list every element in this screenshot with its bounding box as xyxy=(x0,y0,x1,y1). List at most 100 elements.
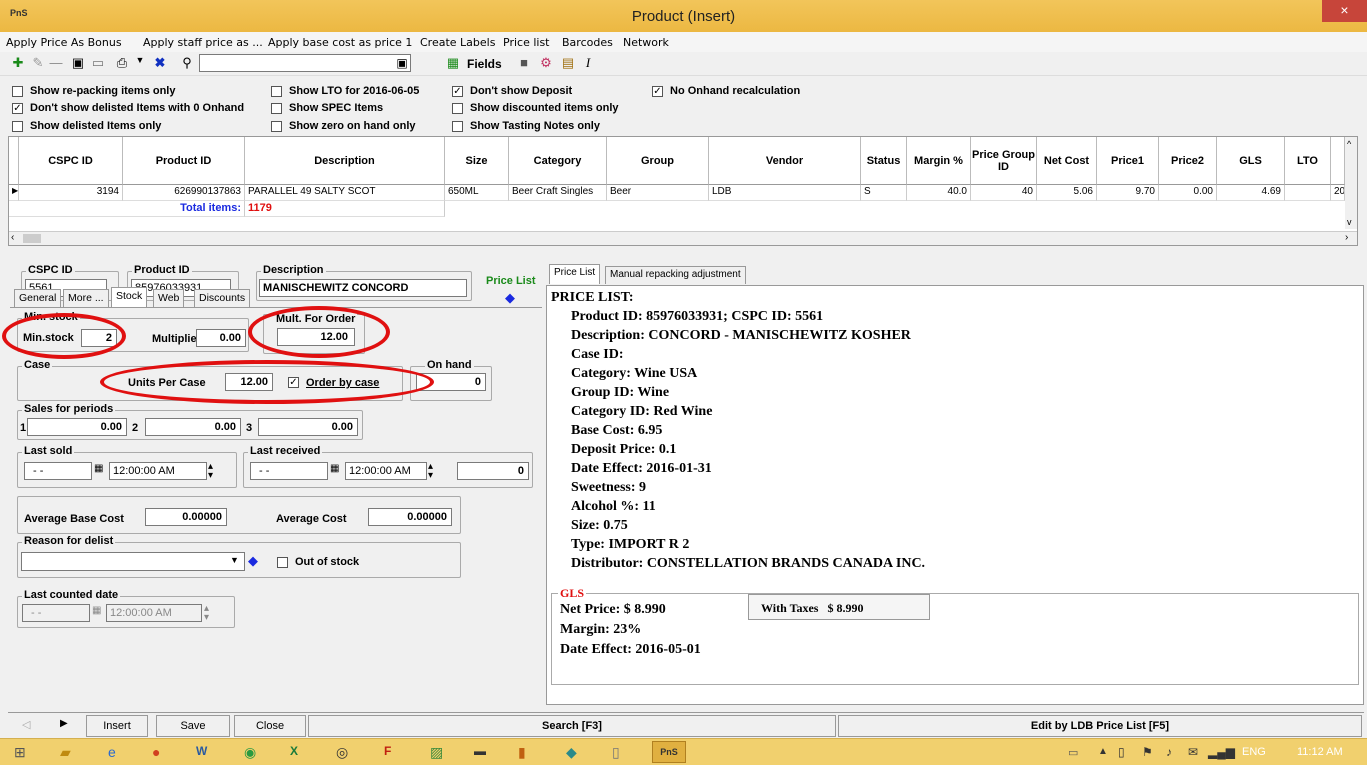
edit-ldb-button[interactable]: Edit by LDB Price List [F5] xyxy=(838,715,1362,737)
delist-edit-icon[interactable]: ◆ xyxy=(248,553,258,569)
last-sold-spin-icon[interactable]: ▴ ▾ xyxy=(208,462,213,481)
search-input[interactable] xyxy=(199,54,411,72)
out-of-stock-checkbox[interactable] xyxy=(277,557,288,568)
grid-horizontal-scrollbar[interactable]: ‹ › xyxy=(9,231,1357,245)
chrome-icon[interactable]: ◉ xyxy=(244,744,256,761)
delist-dropdown-icon[interactable]: ▼ xyxy=(230,555,239,565)
col-header-category[interactable]: Category xyxy=(509,137,607,185)
binoculars-icon[interactable]: ⚲ xyxy=(177,55,197,73)
close-window-button[interactable]: × xyxy=(1322,0,1367,22)
cell-extra[interactable]: 20 xyxy=(1331,185,1345,201)
last-received-date[interactable]: - - xyxy=(250,462,328,480)
menu-price-list[interactable]: Price list xyxy=(503,36,550,49)
volume-icon[interactable]: ♪ xyxy=(1166,745,1172,759)
menu-apply-base-cost[interactable]: Apply base cost as price 1 xyxy=(268,36,412,49)
diamond-icon[interactable]: ◆ xyxy=(505,290,515,306)
col-header-size[interactable]: Size xyxy=(445,137,509,185)
nav-prev-icon[interactable]: ◁ xyxy=(22,718,30,731)
delist-select[interactable]: ▼ xyxy=(21,552,245,571)
filter-delisted-onhand-checkbox[interactable]: ✓ xyxy=(12,103,23,114)
delete-icon[interactable]: ✖ xyxy=(150,55,170,73)
col-header-cspc[interactable]: CSPC ID xyxy=(19,137,123,185)
fields-button[interactable]: Fields xyxy=(467,57,502,71)
last-sold-date[interactable]: - - xyxy=(24,462,92,480)
cell-gls[interactable]: 4.69 xyxy=(1217,185,1285,201)
firefox-icon[interactable]: ● xyxy=(152,744,160,760)
menu-apply-staff-price[interactable]: Apply staff price as ... xyxy=(143,36,263,49)
cell-size[interactable]: 650ML xyxy=(445,185,509,201)
save-button[interactable]: Save xyxy=(156,715,230,737)
language-indicator[interactable]: ENG xyxy=(1242,746,1266,758)
last-received-qty[interactable]: 0 xyxy=(457,462,529,480)
filter-lto-checkbox[interactable] xyxy=(271,86,282,97)
cell-group[interactable]: Beer xyxy=(607,185,709,201)
tab-manual-repacking[interactable]: Manual repacking adjustment xyxy=(605,266,746,284)
filter-repacking-checkbox[interactable] xyxy=(12,86,23,97)
scroll-left-icon[interactable]: ‹ xyxy=(11,232,14,243)
menu-network[interactable]: Network xyxy=(623,36,669,49)
products-grid[interactable]: CSPC ID Product ID Description Size Cate… xyxy=(8,136,1358,246)
menu-apply-price-bonus[interactable]: Apply Price As Bonus xyxy=(6,36,122,49)
flag-icon[interactable]: ⚑ xyxy=(1142,745,1153,759)
start-icon[interactable]: ⊞ xyxy=(14,744,26,761)
col-header-net-cost[interactable]: Net Cost xyxy=(1037,137,1097,185)
filter-discounted-checkbox[interactable] xyxy=(452,103,463,114)
insert-button[interactable]: Insert xyxy=(86,715,148,737)
close-button[interactable]: Close xyxy=(234,715,306,737)
menu-create-labels[interactable]: Create Labels xyxy=(420,36,495,49)
search-go-icon[interactable]: ▣ xyxy=(392,56,412,74)
square-icon[interactable]: ■ xyxy=(514,55,534,73)
description-input[interactable]: MANISCHEWITZ CONCORD xyxy=(259,279,467,297)
grid-vertical-scrollbar[interactable]: ^ v xyxy=(1345,137,1357,229)
tab-web[interactable]: Web xyxy=(153,289,185,307)
image-icon[interactable]: ▨ xyxy=(430,744,443,761)
calendar-icon[interactable]: ▤ xyxy=(558,55,578,73)
cell-price1[interactable]: 9.70 xyxy=(1097,185,1159,201)
cell-margin[interactable]: 40.0 xyxy=(907,185,971,201)
col-header-lto[interactable]: LTO xyxy=(1285,137,1331,185)
notepad-icon[interactable]: ▯ xyxy=(612,744,620,761)
col-header-status[interactable]: Status xyxy=(861,137,907,185)
tab-more[interactable]: More ... xyxy=(63,289,109,307)
print-icon[interactable]: ⎙ xyxy=(112,55,132,73)
col-header-price-group[interactable]: Price Group ID xyxy=(971,137,1037,185)
chevron-down-icon[interactable]: ▼ xyxy=(130,55,150,73)
last-sold-time[interactable]: 12:00:00 AM xyxy=(109,462,207,480)
cell-description[interactable]: PARALLEL 49 SALTY SCOT xyxy=(245,185,445,201)
price-list-link[interactable]: Price List xyxy=(486,275,536,287)
preview-icon[interactable]: ▣ xyxy=(68,55,88,73)
last-received-spin-icon[interactable]: ▴ ▾ xyxy=(428,462,433,481)
cell-price-group[interactable]: 40 xyxy=(971,185,1037,201)
minus-icon[interactable]: — xyxy=(46,55,66,73)
scroll-right-icon[interactable]: › xyxy=(1345,232,1348,243)
scroll-thumb[interactable] xyxy=(23,234,41,243)
scroll-down-icon[interactable]: v xyxy=(1347,217,1352,227)
tab-stock[interactable]: Stock xyxy=(111,287,148,307)
col-header-gls[interactable]: GLS xyxy=(1217,137,1285,185)
edit-icon[interactable]: ✎ xyxy=(28,55,48,73)
ie-icon[interactable]: e xyxy=(108,744,116,760)
last-received-time[interactable]: 12:00:00 AM xyxy=(345,462,427,480)
filter-tasting-checkbox[interactable] xyxy=(452,121,463,132)
tab-discounts[interactable]: Discounts xyxy=(194,289,251,307)
filter-spec-checkbox[interactable] xyxy=(271,103,282,114)
cell-net-cost[interactable]: 5.06 xyxy=(1037,185,1097,201)
cell-price2[interactable]: 0.00 xyxy=(1159,185,1217,201)
cell-product-id[interactable]: 626990137863 xyxy=(123,185,245,201)
explorer-icon[interactable]: ▰ xyxy=(60,744,71,761)
keyboard-icon[interactable]: ▭ xyxy=(1068,746,1078,759)
cell-cspc[interactable]: 3194 xyxy=(19,185,123,201)
cell-vendor[interactable]: LDB xyxy=(709,185,861,201)
tray-device-icon[interactable]: ▯ xyxy=(1118,745,1125,759)
cell-category[interactable]: Beer Craft Singles xyxy=(509,185,607,201)
tools-icon[interactable]: ⚙ xyxy=(536,55,556,73)
filter-no-deposit-checkbox[interactable]: ✓ xyxy=(452,86,463,97)
pns-task-icon[interactable]: PnS xyxy=(652,741,686,763)
col-header-vendor[interactable]: Vendor xyxy=(709,137,861,185)
word-icon[interactable]: W xyxy=(196,744,207,758)
blank-icon[interactable]: ▭ xyxy=(88,55,108,73)
col-header-extra[interactable] xyxy=(1331,137,1345,185)
filter-zero-onhand-checkbox[interactable] xyxy=(271,121,282,132)
mail-icon[interactable]: ✉ xyxy=(1188,745,1198,759)
tab-price-list[interactable]: Price List xyxy=(549,264,601,284)
